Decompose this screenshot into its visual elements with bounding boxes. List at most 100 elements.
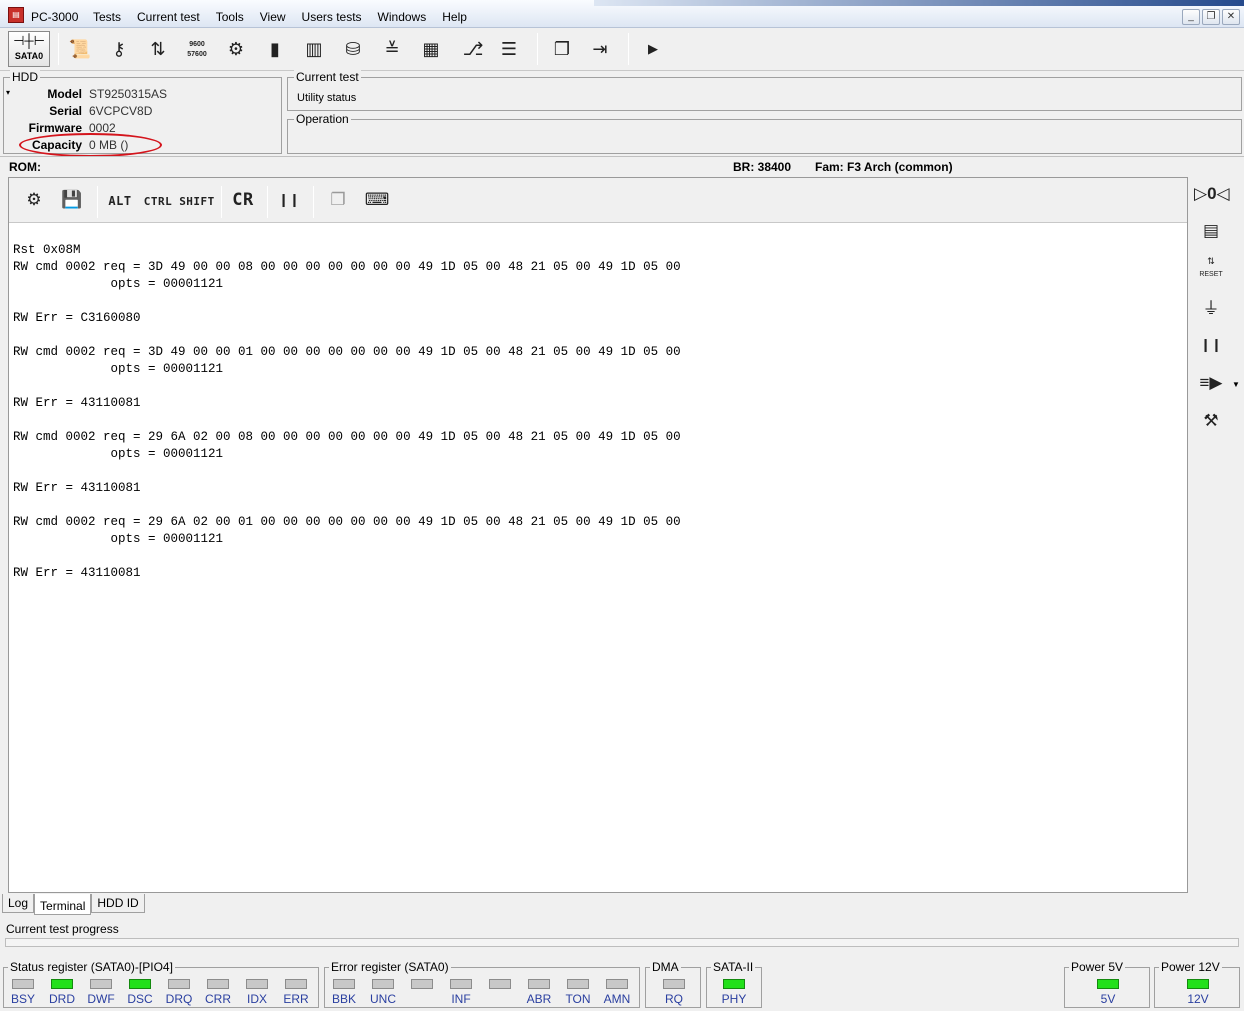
play-icon[interactable]: ▶ (640, 37, 666, 61)
tab-log[interactable]: Log (2, 894, 35, 913)
terminal-window: ⚙ 💾 ALT CTRL SHIFT CR ❙❙ ❐ ⌨ Rst 0x08M R… (8, 177, 1188, 893)
led-label: INF (451, 992, 471, 1006)
transfer-icon[interactable]: ⇅ (145, 37, 171, 61)
minimize-button[interactable]: _ (1182, 9, 1200, 25)
baudrate-icon[interactable]: 9600 57600 (184, 37, 210, 61)
led-amn (606, 979, 628, 989)
flow-icon[interactable]: ⎇ (457, 37, 489, 61)
led-ton (567, 979, 589, 989)
board-icon[interactable]: ▥ (301, 37, 327, 61)
capacity-highlight-ring (19, 133, 162, 157)
key-icon[interactable]: ⚷ (106, 37, 132, 61)
menu-windows[interactable]: Windows (378, 10, 427, 24)
led-label: PHY (721, 992, 747, 1006)
toolbar-separator (313, 186, 314, 218)
status-register-group: Status register (SATA0)-[PIO4] BSY DRD DWF… (3, 960, 319, 1008)
menu-users-tests[interactable]: Users tests (302, 10, 362, 24)
board-reset-icon[interactable]: ▤ (1194, 217, 1228, 245)
led-label: DSC (127, 992, 153, 1006)
test-progress-bar (5, 938, 1239, 947)
menu-view[interactable]: View (260, 10, 286, 24)
save-icon[interactable]: 💾 (59, 188, 85, 212)
operation-panel: Operation (287, 112, 1242, 154)
exit-icon[interactable]: ⇥ (587, 37, 613, 61)
led-label: IDX (246, 992, 267, 1006)
settings-doc-icon[interactable]: ⚙ (21, 188, 47, 212)
hdd-serial-row: Serial 6VCPCV8D (4, 104, 152, 118)
copy-icon[interactable]: ❐ (325, 188, 351, 212)
current-test-panel: Current test Utility status (287, 70, 1242, 111)
led-label: DRQ (165, 992, 193, 1006)
led-label: TON (565, 992, 591, 1006)
dma-group: DMA RQ (645, 960, 701, 1008)
toolbar-separator (221, 186, 222, 218)
alt-button[interactable]: ALT (105, 188, 135, 212)
gear-chip-icon[interactable]: ⚙ (223, 37, 249, 61)
led-label: DWF (87, 992, 115, 1006)
sata0-label: SATA0 (14, 51, 44, 61)
heads-icon[interactable]: ≚ (379, 37, 405, 61)
tab-terminal[interactable]: Terminal (34, 894, 92, 915)
error-register-group: Error register (SATA0) BBK UNC INF ABR TON AM… (324, 960, 640, 1008)
led-label: DRD (49, 992, 75, 1006)
hdd-key: Serial (49, 104, 82, 118)
error-register-title: Error register (SATA0) (329, 960, 451, 974)
led-bsy (12, 979, 34, 989)
led-12v (1187, 979, 1209, 989)
close-button[interactable]: ✕ (1222, 9, 1240, 25)
power-switch-icon[interactable]: ⏚ (1194, 295, 1228, 323)
info-bar: ROM: BR: 38400 Fam: F3 Arch (common) (0, 156, 1244, 176)
menu-tests[interactable]: Tests (93, 10, 121, 24)
pc3000-icon[interactable]: ▤ (8, 7, 24, 23)
keyboard-icon[interactable]: ⌨ (364, 188, 390, 212)
led-label: BBK (331, 992, 356, 1006)
main-toolbar: ⊣┼⊢ SATA0 📜 ⚷ ⇅ 9600 57600 ⚙ ▮ ▥ ⛁ ≚ ▦ ⎇ … (0, 29, 1244, 71)
dropdown-arrow-icon[interactable]: ▼ (1232, 380, 1240, 389)
hdd-model-row: Model ST9250315AS (4, 87, 167, 101)
right-toolbar: ▷0◁ ▤ ⇅ RESET ⏚ ❙❙ ≡▶ ▼ ⚒ (1190, 177, 1244, 893)
title-gradient (594, 0, 1244, 6)
menu-bar: Tests Current test Tools View Users test… (93, 10, 467, 24)
title-menu-bar: ▤ PC-3000 Tests Current test Tools View … (0, 0, 1244, 28)
led-blank (411, 979, 433, 989)
tools-icon[interactable]: ⚒ (1194, 407, 1228, 435)
sata0-port-button[interactable]: ⊣┼⊢ SATA0 (8, 31, 50, 67)
led-inf (450, 979, 472, 989)
menu-tools[interactable]: Tools (216, 10, 244, 24)
family-label: Fam: F3 Arch (common) (815, 160, 953, 174)
shift-button[interactable]: SHIFT (179, 188, 215, 212)
windows-icon[interactable]: ❐ (549, 37, 575, 61)
led-blank (489, 979, 511, 989)
hdd-key: Model (47, 87, 82, 101)
terminal-output[interactable]: Rst 0x08M RW cmd 0002 req = 3D 49 00 00 … (13, 242, 681, 582)
cr-button[interactable]: CR (229, 188, 257, 212)
chip-icon[interactable]: ▮ (262, 37, 288, 61)
scroll-icon[interactable]: 📜 (67, 37, 93, 61)
stack-play-icon[interactable]: ≡▶ (1194, 369, 1228, 397)
operation-title: Operation (294, 112, 351, 126)
hdd-panel-title: HDD (10, 70, 40, 84)
current-test-title: Current test (294, 70, 361, 84)
power-12v-group: Power 12V 12V (1154, 960, 1240, 1008)
grid-icon[interactable]: ▦ (418, 37, 444, 61)
disk-icon[interactable]: ⛁ (340, 37, 366, 61)
led-label: ABR (526, 992, 552, 1006)
power-5v-title: Power 5V (1069, 960, 1126, 974)
led-dsc (129, 979, 151, 989)
tab-hdd-id[interactable]: HDD ID (91, 894, 145, 913)
reset-button[interactable]: ⇅ RESET (1194, 255, 1228, 283)
power-12v-title: Power 12V (1159, 960, 1222, 974)
menu-current-test[interactable]: Current test (137, 10, 200, 24)
restore-button[interactable]: ❐ (1202, 9, 1220, 25)
window-controls: _ ❐ ✕ (1182, 9, 1240, 25)
menu-help[interactable]: Help (442, 10, 467, 24)
led-crr (207, 979, 229, 989)
led-bbk (333, 979, 355, 989)
led-label: 12V (1187, 992, 1209, 1006)
pause-icon[interactable]: ❙❙ (277, 188, 301, 212)
hdd-value: 6VCPCV8D (89, 104, 153, 118)
ctrl-button[interactable]: CTRL (141, 188, 175, 212)
pause-icon[interactable]: ❙❙ (1194, 331, 1228, 359)
power-cycle-icon[interactable]: ▷0◁ (1194, 180, 1230, 208)
list-icon[interactable]: ☰ (496, 37, 522, 61)
